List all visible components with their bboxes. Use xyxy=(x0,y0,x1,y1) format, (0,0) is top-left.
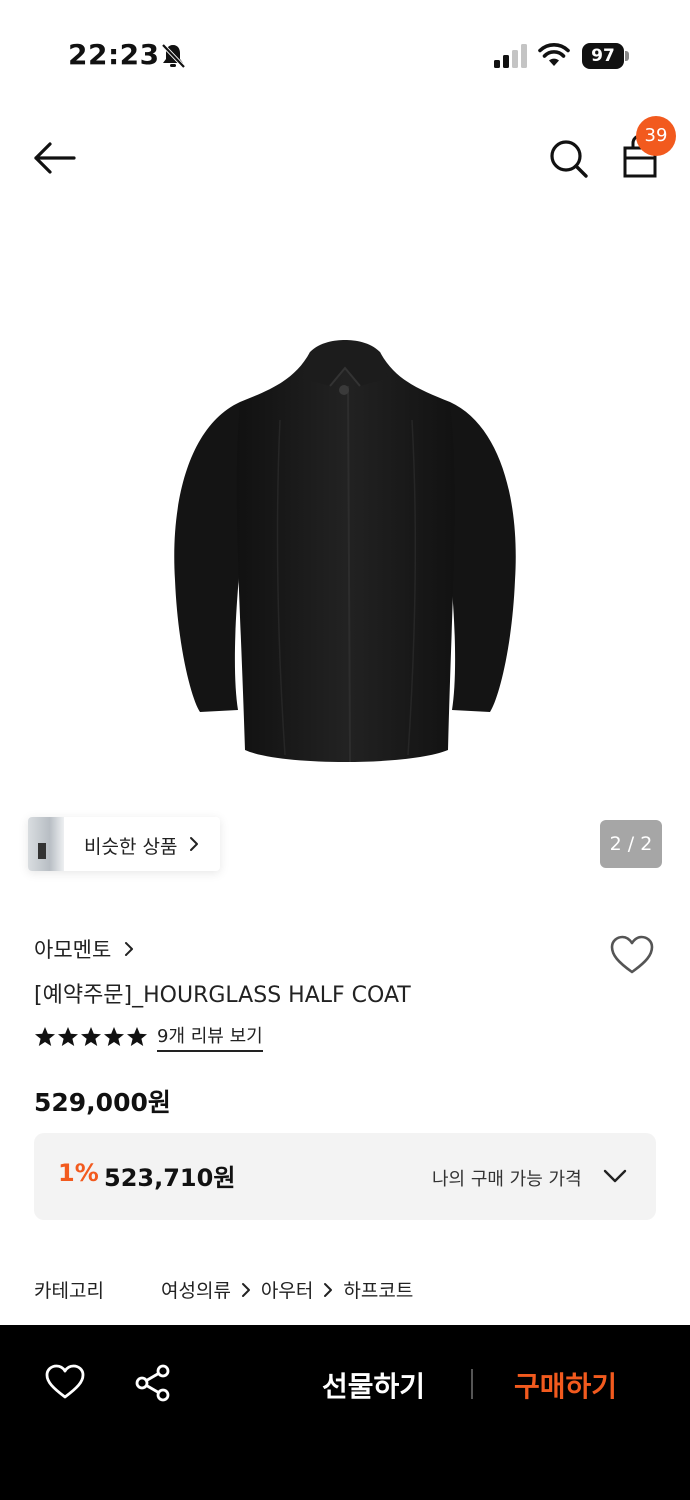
arrow-left-icon[interactable] xyxy=(30,138,80,178)
heart-icon[interactable] xyxy=(608,934,656,976)
buy-button[interactable]: 구매하기 xyxy=(514,1365,617,1405)
cart-count-badge: 39 xyxy=(636,116,676,156)
review-link[interactable]: 9개 리뷰 보기 xyxy=(157,1022,263,1052)
chevron-down-icon xyxy=(603,1169,627,1183)
star-icon xyxy=(81,1027,101,1046)
share-icon[interactable] xyxy=(133,1363,173,1403)
star-icon xyxy=(35,1027,55,1046)
similar-product-thumbnail xyxy=(28,817,64,871)
wifi-icon xyxy=(538,43,570,66)
similar-thumbnail-figure xyxy=(38,843,46,859)
bottom-bar-divider xyxy=(471,1369,473,1399)
category-label: 카테고리 xyxy=(34,1280,104,1302)
similar-products-label: 비슷한 상품 xyxy=(84,836,178,858)
my-price-dropdown[interactable]: 1% 523,710원 나의 구매 가능 가격 xyxy=(34,1133,656,1220)
discount-rate: 1% xyxy=(58,1159,99,1187)
product-title: [예약주문]_HOURGLASS HALF COAT xyxy=(34,983,411,1008)
chevron-right-icon xyxy=(125,942,134,956)
rating-row: 9개 리뷰 보기 xyxy=(34,1022,263,1052)
star-icon xyxy=(127,1027,147,1046)
my-price-label: 나의 구매 가능 가격 xyxy=(432,1169,582,1190)
original-price: 529,000원 xyxy=(34,1088,171,1117)
final-price: 523,710원 xyxy=(104,1164,236,1192)
status-bar: 22:23 97 xyxy=(0,0,690,110)
battery-tip xyxy=(625,51,629,61)
chevron-right-icon xyxy=(241,1282,250,1297)
cellular-signal-icon xyxy=(494,44,527,68)
category-crumb-1[interactable]: 여성의류 xyxy=(161,1276,231,1303)
category-breadcrumb: 카테고리 여성의류 아우터 하프코트 xyxy=(34,1276,413,1303)
bottom-action-bar: 선물하기 구매하기 xyxy=(0,1325,690,1500)
star-icon xyxy=(104,1027,124,1046)
battery-icon: 97 xyxy=(582,43,630,69)
gift-button[interactable]: 선물하기 xyxy=(322,1365,425,1405)
star-icon xyxy=(58,1027,78,1046)
category-crumb-3[interactable]: 하프코트 xyxy=(343,1276,413,1303)
chevron-right-icon xyxy=(190,837,198,851)
status-time: 22:23 xyxy=(68,38,160,71)
battery-level: 97 xyxy=(582,43,624,69)
bell-slash-icon xyxy=(161,43,186,69)
image-page-indicator: 2 / 2 xyxy=(600,820,662,868)
similar-products-button[interactable]: 비슷한 상품 xyxy=(28,817,220,871)
category-crumb-2[interactable]: 아우터 xyxy=(261,1276,313,1303)
product-image[interactable] xyxy=(160,330,530,780)
chevron-right-icon xyxy=(324,1282,333,1297)
heart-icon[interactable] xyxy=(44,1363,86,1401)
brand-name: 아모멘토 xyxy=(34,938,112,962)
brand-link[interactable]: 아모멘토 xyxy=(34,934,135,964)
search-icon[interactable] xyxy=(546,136,590,180)
